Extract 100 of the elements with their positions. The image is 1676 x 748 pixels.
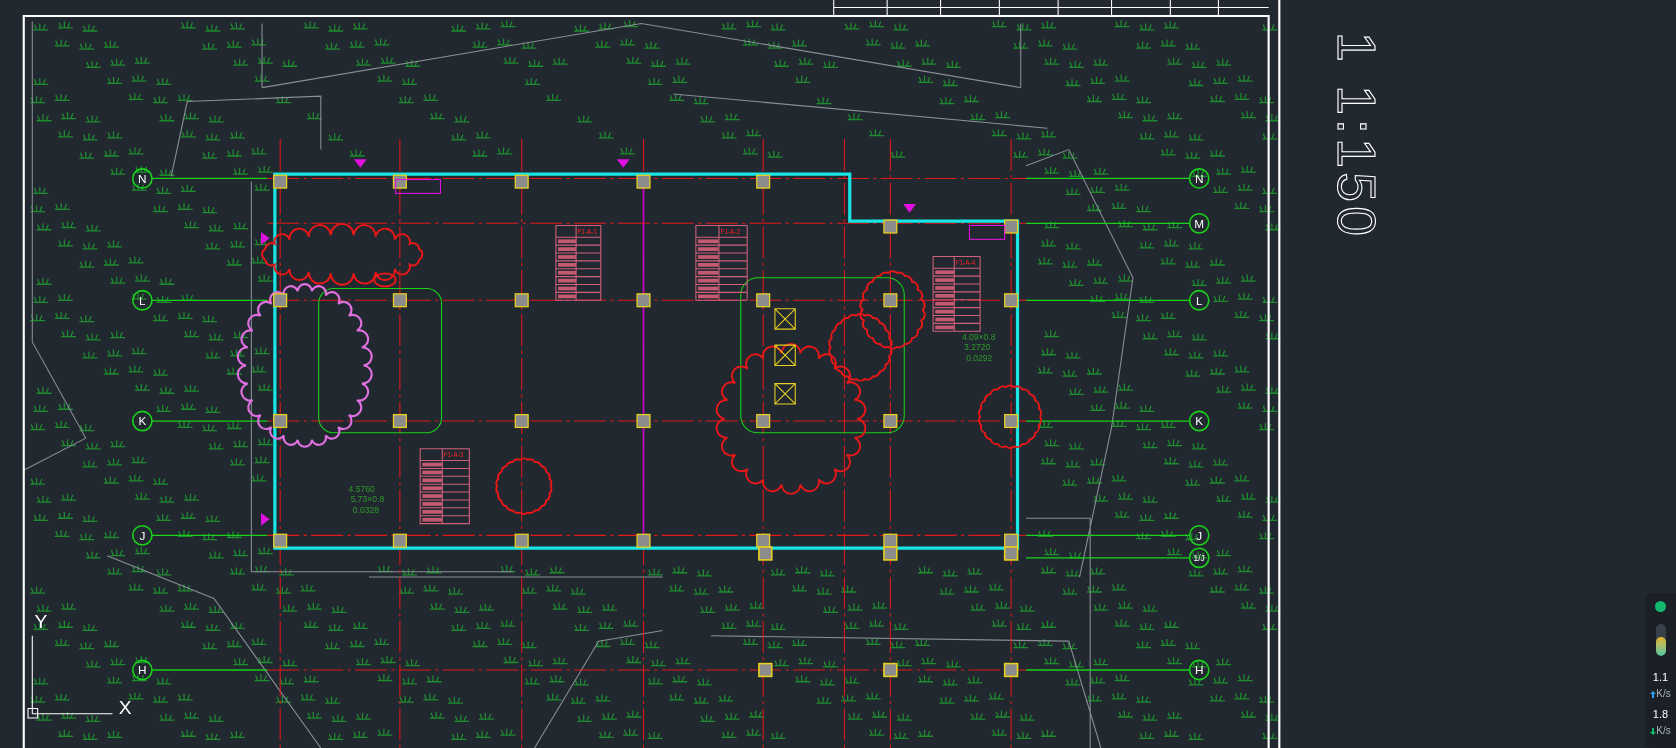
column-symbol [756,413,771,429]
table-row-drawing [422,494,442,498]
axis-label: L [1195,293,1203,307]
column-symbol [756,174,771,189]
area-annotation: 4.5760 [348,483,375,494]
table-row-drawing [422,510,442,514]
equipment-symbol [774,308,796,330]
table-row-drawing [935,309,955,314]
table-row-drawing [422,470,442,475]
marker-icon [260,512,270,526]
table-row-drawing [558,294,576,299]
column-symbol [636,293,651,308]
table-row-drawing [935,270,955,275]
axis-bubble [131,659,153,681]
axis-bubble [1188,524,1210,546]
marker-icon [395,179,442,194]
area-annotation: 5.73×0.8 [350,494,385,505]
table-row-drawing [422,517,442,522]
column-symbol [514,413,529,429]
axis-bubble [1188,547,1210,569]
axis-label: 1/J [1193,553,1205,563]
axis-bubble [1188,168,1210,189]
axis-label: L [139,293,146,307]
table-row-drawing [422,478,442,483]
axis-label: N [138,171,147,185]
table-row-drawing [422,486,442,491]
table-row-drawing [558,270,576,275]
axis-label: H [138,663,147,677]
column-symbol [514,293,529,308]
column-symbol [883,662,898,678]
upload-speed: 1.1 [1652,672,1669,683]
table-row-drawing [935,286,955,290]
column-symbol [514,533,529,548]
column-symbol [636,533,651,548]
ucs-axis-label: X [118,696,132,718]
column-symbol [883,293,898,308]
upload-unit: K/s [1650,689,1671,699]
marker-icon [903,204,916,213]
table-row-drawing [935,301,955,306]
table-row-drawing [698,255,719,259]
column-symbol [273,174,288,189]
axis-bubble [131,410,153,432]
column-symbol [392,293,407,308]
table-row-drawing [698,294,719,299]
column-symbol [883,546,898,561]
download-unit: K/s [1650,726,1671,736]
column-symbol [756,293,771,308]
download-speed: 1.8 [1652,709,1669,720]
axis-label: K [1195,414,1204,428]
tree-symbol [978,384,1042,449]
axis-label: M [1194,216,1205,230]
table-row-drawing [698,278,719,283]
axis-label: N [1194,171,1204,185]
table-row-drawing [698,263,719,267]
axis-bubble [1188,212,1210,234]
axis-label: K [138,414,147,428]
column-symbol [1003,662,1019,678]
area-annotation: 4.09×0.8 [961,331,996,342]
table-row-drawing [558,255,576,259]
table-row-drawing [698,270,719,275]
download-arrow-icon [1650,727,1657,735]
table-row-drawing [935,317,955,322]
column-symbol [514,174,529,189]
column-symbol [758,662,773,678]
table-row-drawing [558,239,576,244]
table-row-drawing [558,263,576,267]
table-row-drawing [935,294,955,298]
column-symbol [883,413,898,429]
table-row-drawing [698,239,719,244]
column-symbol [636,174,651,189]
table-row-drawing [698,286,719,291]
column-symbol [273,533,288,548]
table-row-drawing [422,502,442,506]
axis-bubble [1188,289,1210,311]
equipment-symbol [774,344,796,366]
marker-icon [616,159,630,168]
table-row-drawing [935,325,955,330]
tree-symbol [495,457,553,515]
marker-icon [260,231,270,245]
marker-icon [353,159,367,168]
axis-bubble [131,289,153,311]
column-symbol [273,413,288,429]
axis-bubble [1188,410,1210,432]
table-row-drawing [698,247,719,251]
axis-bubble [131,168,153,189]
marker-icon [968,224,1006,240]
column-symbol [883,219,898,234]
ucs-icon [27,635,113,719]
axis-bubble [131,524,153,546]
area-annotation: 3.2720 [964,342,991,353]
scale-label: 1 1:150 [1327,32,1387,241]
table-row-drawing [558,286,576,291]
ucs-axis-label: Y [34,611,48,633]
axis-label: H [1194,663,1204,677]
column-symbol [1004,293,1019,308]
area-annotation: 0.0292 [966,353,993,364]
column-symbol [392,413,407,429]
column-symbol [1004,219,1019,234]
equipment-symbol [774,383,796,405]
axis-label: J [139,528,146,542]
